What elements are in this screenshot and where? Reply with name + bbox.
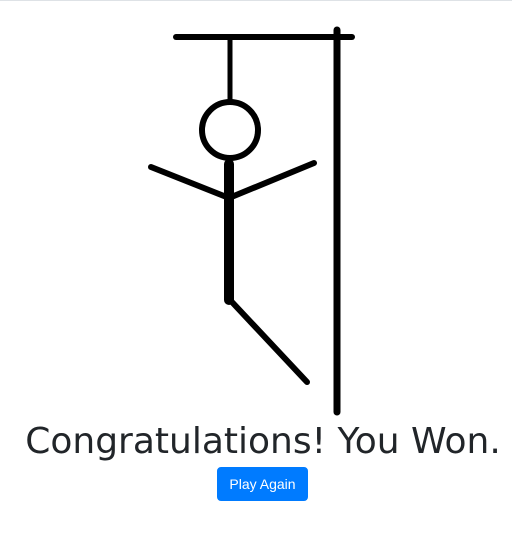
figure-right-arm — [226, 160, 317, 201]
figure-left-arm — [148, 164, 232, 201]
play-again-button[interactable]: Play Again — [217, 467, 308, 501]
figure-right-leg — [228, 298, 310, 385]
game-result-message: Congratulations! You Won. — [25, 421, 501, 462]
stick-figure — [148, 99, 317, 385]
hangman-drawing — [148, 26, 355, 416]
gallows — [173, 26, 355, 416]
figure-head — [199, 99, 261, 161]
